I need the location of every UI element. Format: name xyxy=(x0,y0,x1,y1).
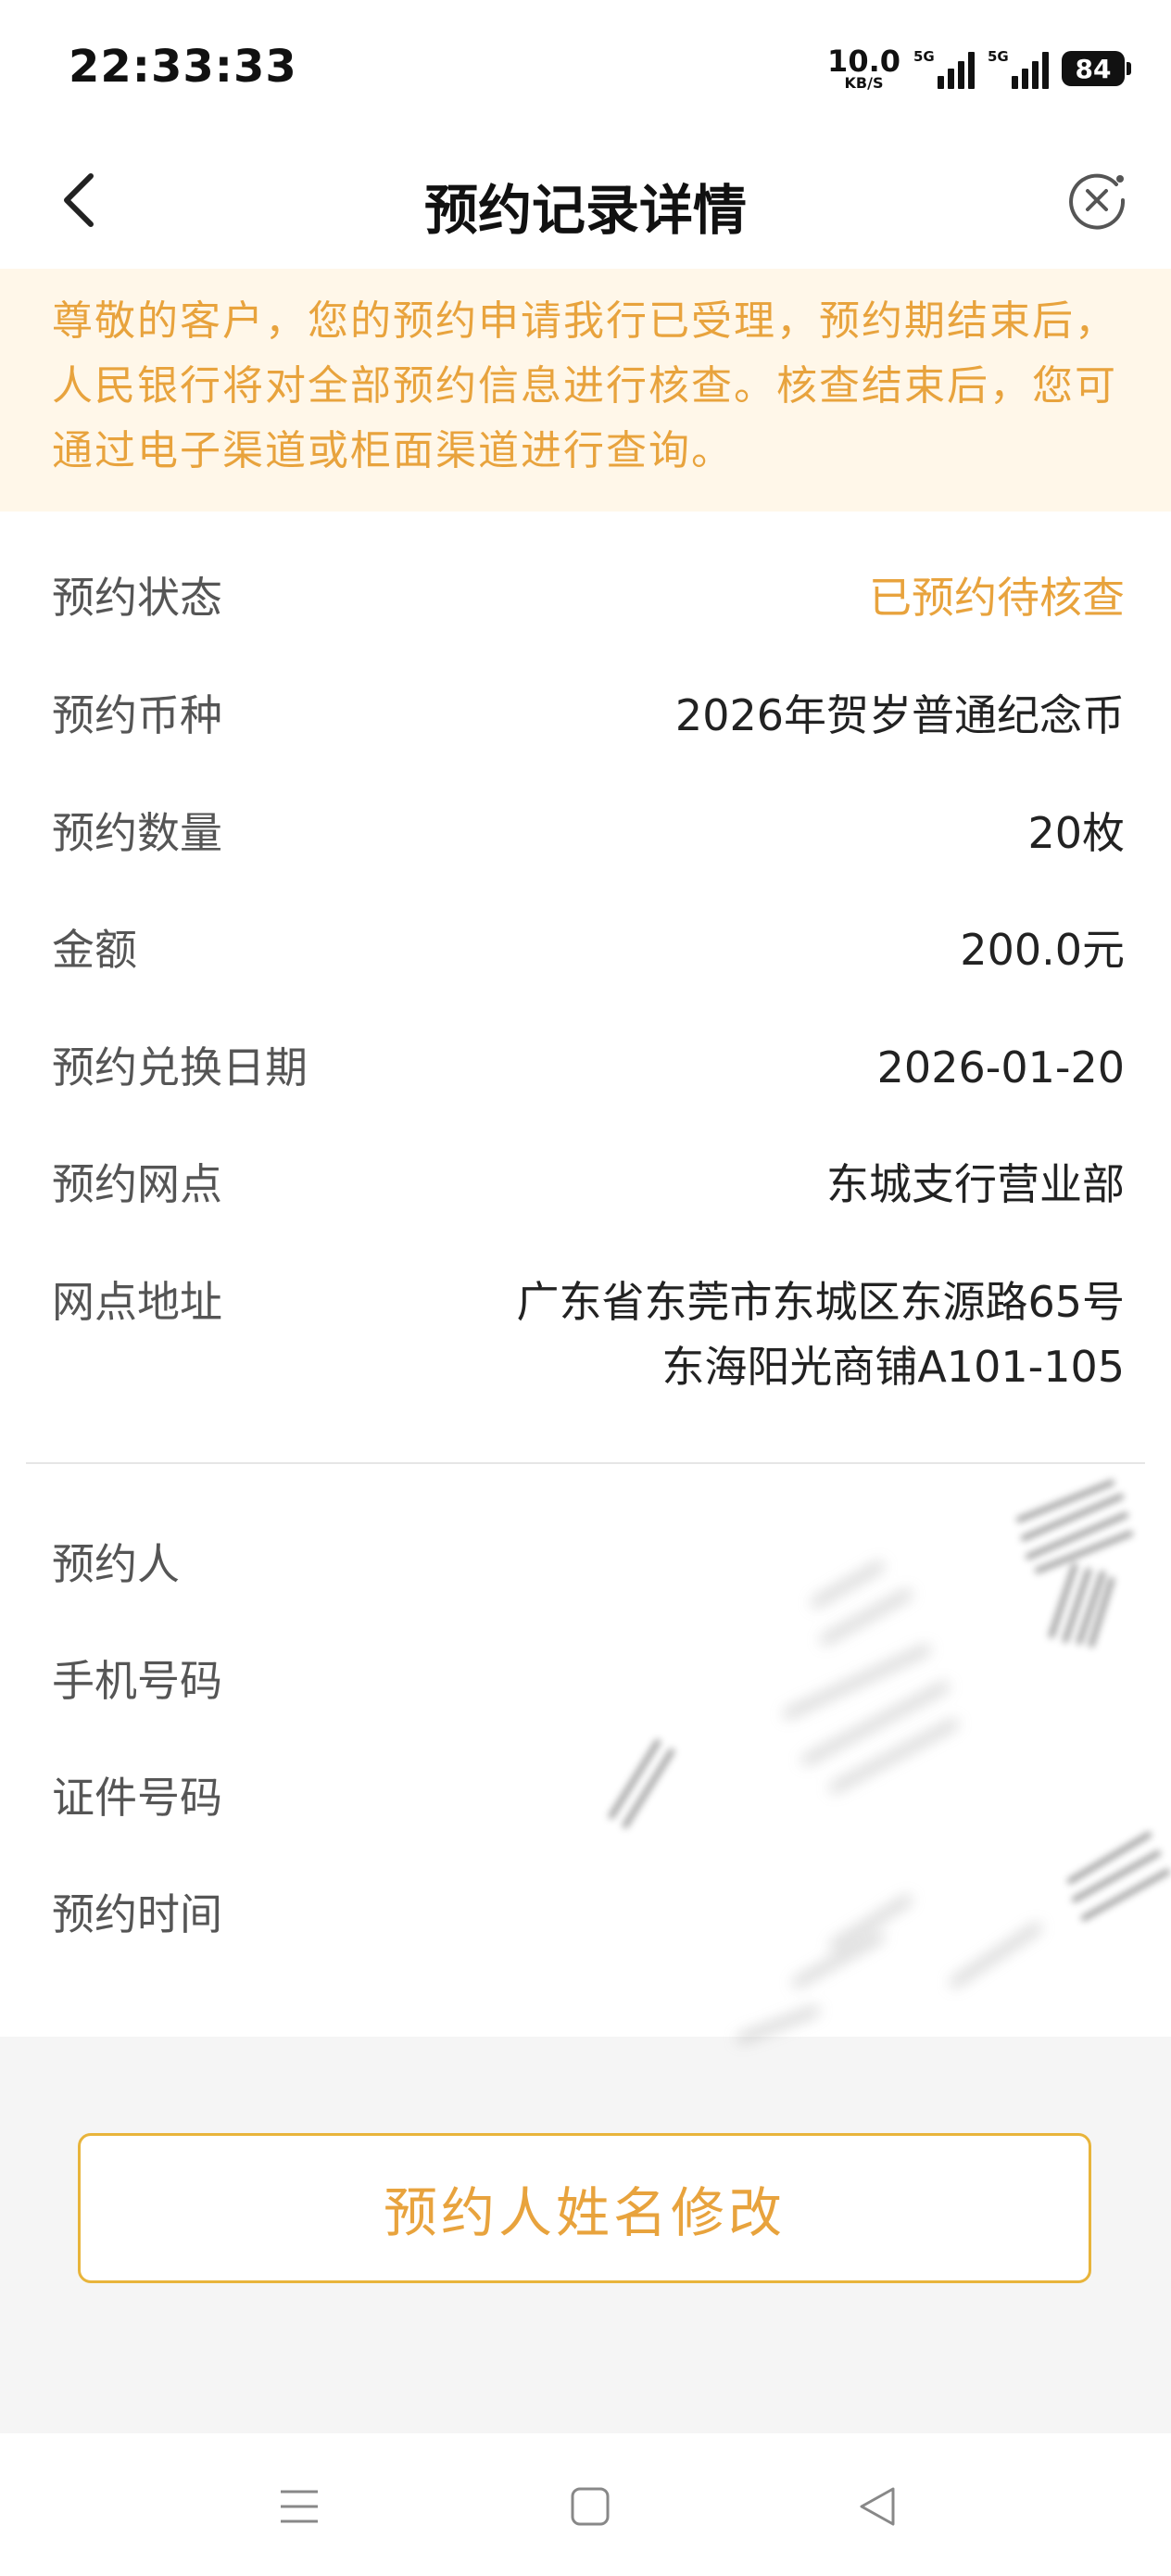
network-speed-value: 10.0 xyxy=(827,44,900,79)
notice-text: 尊敬的客户，您的预约申请我行已受理，预约期结束后，人民银行将对全部预约信息进行核… xyxy=(52,297,1117,474)
amount-label: 金额 xyxy=(52,925,137,975)
quantity-value: 20枚 xyxy=(1027,808,1125,858)
network-speed: 10.0 KB/S xyxy=(827,46,900,91)
menu-icon xyxy=(281,2490,318,2523)
notice-banner: 尊敬的客户，您的预约申请我行已受理，预约期结束后，人民银行将对全部预约信息进行核… xyxy=(0,269,1171,511)
sim2-tag: 5G xyxy=(988,48,1009,65)
status-value: 已预约待核查 xyxy=(869,573,1125,623)
battery-level: 84 xyxy=(1075,53,1112,84)
detail-row-address: 网点地址 广东省东莞市东城区东源路65号 东海阳光商铺A101-105 xyxy=(52,1265,1125,1404)
nav-menu-button[interactable] xyxy=(267,2474,332,2539)
address-line1: 广东省东莞市东城区东源路65号 xyxy=(516,1277,1125,1327)
triangle-back-icon xyxy=(860,2487,895,2526)
signal-sim2-icon: 5G xyxy=(988,48,1049,89)
status-label: 预约状态 xyxy=(52,573,222,623)
square-home-icon xyxy=(571,2487,610,2526)
id-number-label: 证件号码 xyxy=(52,1773,222,1823)
address-value: 广东省东莞市东城区东源路65号 东海阳光商铺A101-105 xyxy=(516,1265,1125,1399)
detail-row-status: 预约状态 已预约待核查 xyxy=(52,561,1125,635)
amount-value: 200.0元 xyxy=(960,925,1125,975)
nav-home-button[interactable] xyxy=(558,2474,623,2539)
edit-name-label: 预约人姓名修改 xyxy=(383,2181,786,2244)
status-bar: 22:33:33 10.0 KB/S 5G 5G 84 xyxy=(0,0,1171,130)
address-line2: 东海阳光商铺A101-105 xyxy=(661,1342,1125,1392)
status-time: 22:33:33 xyxy=(69,41,297,93)
close-button[interactable] xyxy=(1060,163,1134,237)
name-label: 预约人 xyxy=(52,1539,180,1589)
detail-row-branch: 预约网点 东城支行营业部 xyxy=(52,1147,1125,1221)
status-icons: 10.0 KB/S 5G 5G 84 xyxy=(827,41,1131,96)
redaction-scribbles xyxy=(609,1480,1170,2042)
quantity-label: 预约数量 xyxy=(52,808,222,858)
edit-name-button[interactable]: 预约人姓名修改 xyxy=(78,2133,1091,2283)
exchange-date-label: 预约兑换日期 xyxy=(52,1042,308,1092)
detail-row-exchange-date: 预约兑换日期 2026-01-20 xyxy=(52,1030,1125,1105)
sim1-tag: 5G xyxy=(913,48,935,65)
signal-sim1-icon: 5G xyxy=(913,48,975,89)
detail-row-currency: 预约币种 2026年贺岁普通纪念币 xyxy=(52,678,1125,752)
branch-value: 东城支行营业部 xyxy=(826,1159,1125,1209)
currency-label: 预约币种 xyxy=(52,690,222,740)
close-circle-icon xyxy=(1069,173,1126,230)
page-title: 预约记录详情 xyxy=(423,179,747,242)
page-header: 预约记录详情 xyxy=(0,130,1171,269)
network-speed-unit: KB/S xyxy=(844,74,884,92)
detail-row-amount: 金额 200.0元 xyxy=(52,913,1125,987)
detail-row-quantity: 预约数量 20枚 xyxy=(52,796,1125,870)
currency-value: 2026年贺岁普通纪念币 xyxy=(674,690,1125,740)
phone-label: 手机号码 xyxy=(52,1656,222,1706)
battery-icon: 84 xyxy=(1062,51,1131,86)
time-label: 预约时间 xyxy=(52,1889,222,1939)
exchange-date-value: 2026-01-20 xyxy=(876,1042,1125,1092)
nav-back-button[interactable] xyxy=(845,2474,910,2539)
branch-label: 预约网点 xyxy=(52,1159,222,1209)
system-nav-bar xyxy=(0,2433,1171,2576)
address-label: 网点地址 xyxy=(52,1277,222,1327)
